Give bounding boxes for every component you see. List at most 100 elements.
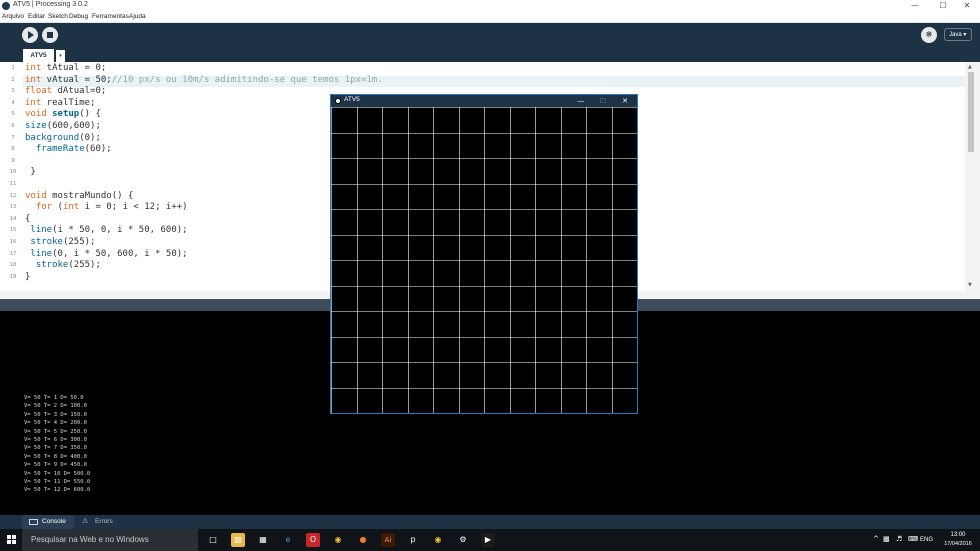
code-line: } (25, 167, 36, 178)
tab-console[interactable]: Console (22, 515, 74, 529)
line-number-gutter: 1 2 3 4 5 6 7 8 9 10 11 12 13 14 15 16 17 18 19 (0, 62, 23, 291)
code-line: stroke(255); (25, 260, 101, 270)
tab-errors-label: Errors (95, 518, 113, 525)
line-number: 11 (9, 181, 17, 187)
sketch-window[interactable]: ATV5 — ☐ ✕ (330, 94, 638, 414)
start-button[interactable] (0, 529, 22, 551)
code-token: (600,600); (46, 121, 101, 131)
code-token: realTime; (41, 97, 96, 108)
code-token: } (25, 167, 36, 178)
sketch-titlebar[interactable]: ATV5 — ☐ ✕ (331, 95, 637, 107)
console-line: V= 50 T= 10 D= 500.0 (24, 470, 91, 477)
store-icon[interactable]: ▦ (256, 533, 270, 547)
code-token: { (25, 213, 31, 224)
close-button[interactable]: ✕ (956, 0, 978, 12)
editor-vertical-scrollbar[interactable]: ▲ ▼ (965, 62, 980, 291)
code-line: background(0); (25, 133, 101, 143)
sketch-close-button[interactable]: ✕ (615, 95, 635, 107)
console-line: V= 50 T= 8 D= 400.0 (24, 453, 87, 460)
maximize-button[interactable]: ☐ (932, 0, 954, 12)
taskbar-search[interactable]: Pesquisar na Web e no Windows (22, 529, 198, 551)
task-view-icon[interactable]: □ (206, 533, 220, 547)
line-number: 15 (9, 227, 17, 234)
processing-sketch-icon[interactable]: ▶ (481, 533, 495, 547)
code-token: vAtual = 50; (41, 74, 112, 85)
tray-expand-icon[interactable]: ^ (873, 535, 879, 543)
menu-ferramentas[interactable]: Ferramentas (92, 12, 129, 22)
windows-logo-icon (7, 535, 17, 545)
language-indicator[interactable]: ENG (920, 529, 933, 551)
menu-arquivo[interactable]: Arquivo (2, 12, 24, 22)
console-line: V= 50 T= 7 D= 350.0 (24, 445, 87, 452)
code-token: int (25, 74, 42, 85)
stop-button[interactable] (42, 27, 58, 43)
line-number: 3 (11, 88, 15, 95)
code-line: } (25, 272, 30, 282)
code-token: //10 px/s ou 10m/s adimitindo-se que tem… (111, 74, 383, 85)
line-number: 12 (9, 192, 17, 199)
line-number: 16 (9, 239, 17, 245)
scroll-up-icon[interactable]: ▲ (968, 64, 972, 70)
tab-atv5[interactable]: ATV5 (23, 49, 54, 62)
code-token: stroke (30, 237, 63, 247)
line-number: 5 (11, 111, 15, 118)
line-number: 10 (9, 169, 17, 176)
menu-sketch[interactable]: Sketch (48, 12, 68, 22)
toolbar (0, 23, 980, 48)
tab-console-label: Console (42, 518, 66, 525)
line-number: 18 (9, 262, 17, 269)
tab-errors[interactable]: ⚠ Errors (80, 515, 132, 529)
console-line: V= 50 T= 1 D= 50.0 (24, 395, 84, 401)
code-token: int (25, 63, 42, 73)
code-line: int tAtual = 0; (25, 63, 106, 73)
chrome-icon[interactable]: ◉ (331, 533, 345, 547)
console-icon (29, 519, 38, 525)
window-titlebar: ATV5 | Processing 3.0.2 — ☐ ✕ (0, 0, 980, 12)
sketch-canvas[interactable] (331, 107, 637, 413)
console-line: V= 50 T= 12 D= 600.0 (24, 487, 91, 494)
search-placeholder: Pesquisar na Web e no Windows (31, 535, 149, 544)
chrome-icon[interactable]: ◉ (431, 533, 445, 547)
clock-date[interactable]: 17/04/2016 (940, 541, 976, 547)
volume-icon[interactable]: ♬ (896, 535, 902, 543)
minimize-button[interactable]: — (904, 0, 926, 12)
code-line: stroke(255); (25, 237, 95, 247)
sketch-maximize-button[interactable]: ☐ (593, 95, 613, 107)
illustrator-icon[interactable]: Ai (381, 533, 395, 547)
clock-time[interactable]: 13:00 (940, 532, 976, 538)
settings-icon[interactable]: ⚙ (456, 533, 470, 547)
menu-debug[interactable]: Debug (69, 12, 88, 22)
code-token: background (25, 132, 80, 143)
console-line: V= 50 T= 6 D= 300.0 (24, 437, 87, 443)
code-token: frameRate (35, 144, 85, 155)
firefox-icon[interactable]: ● (356, 533, 370, 547)
run-button[interactable] (22, 27, 38, 43)
code-token: (255); (62, 237, 96, 247)
mode-select[interactable]: Java ▾ (944, 28, 972, 41)
network-icon[interactable]: ▩ (883, 535, 890, 543)
scrollbar-thumb[interactable] (968, 72, 974, 152)
sketch-minimize-button[interactable]: — (571, 95, 591, 107)
code-token: float (25, 86, 53, 97)
butterfly-icon[interactable]: ❋ (921, 27, 937, 43)
line-number: 1 (11, 65, 15, 71)
menu-editar[interactable]: Editar (28, 12, 45, 22)
code-token: int (62, 202, 80, 213)
play-icon (28, 31, 34, 39)
code-line: for (int i = 0; i < 12; i++) (25, 202, 188, 212)
keyboard-icon[interactable]: ⌨ (908, 535, 918, 543)
code-line: line(0, i * 50, 600, i * 50); (25, 249, 187, 259)
code-line: size(600,600); (25, 121, 101, 131)
stop-icon (47, 32, 53, 38)
edge-icon[interactable]: e (281, 533, 295, 547)
processing-icon[interactable]: p (406, 533, 420, 547)
console-tabs: Console ⚠ Errors (0, 515, 980, 529)
tab-menu-button[interactable]: ▾ (56, 50, 65, 62)
menu-ajuda[interactable]: Ajuda (129, 12, 146, 22)
scroll-down-icon[interactable]: ▼ (968, 282, 972, 288)
code-token: (60); (84, 144, 112, 155)
opera-icon[interactable]: O (306, 533, 320, 547)
file-explorer-icon[interactable]: ▧ (231, 533, 245, 547)
tab-strip: ATV5 ▾ (0, 48, 980, 62)
